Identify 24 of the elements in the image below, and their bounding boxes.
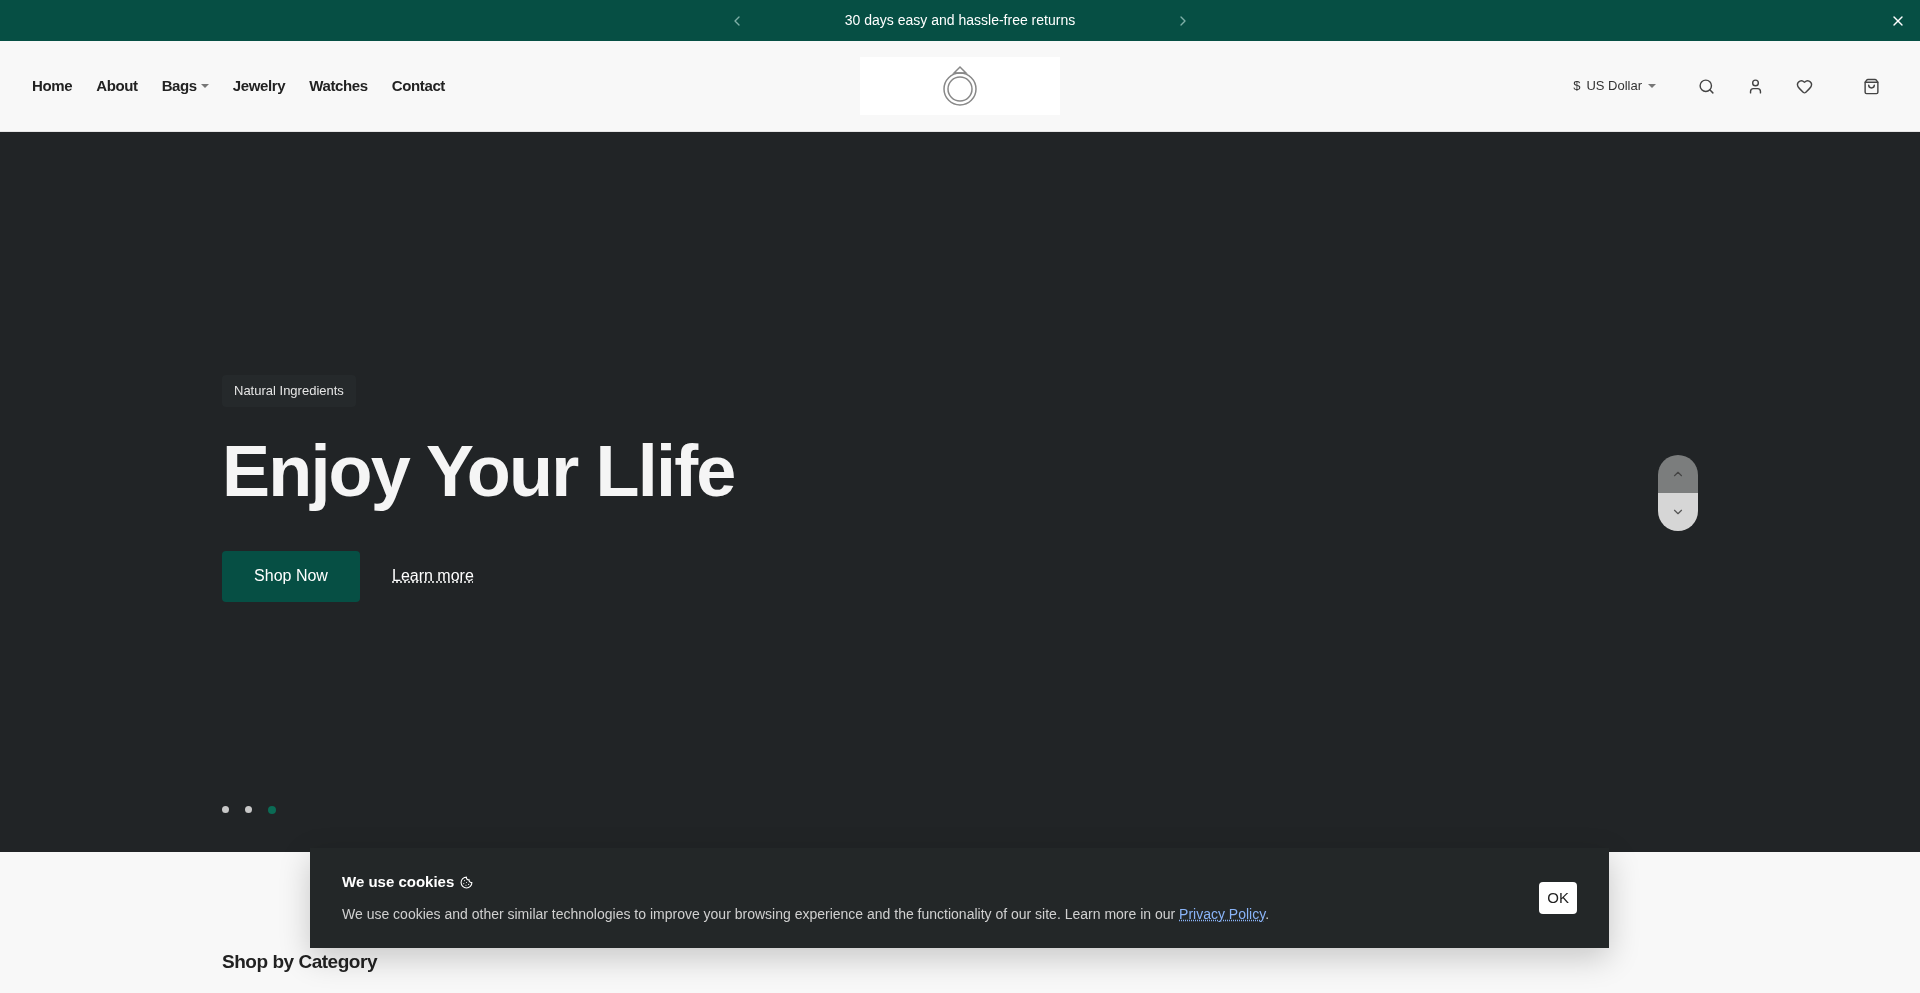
bag-icon[interactable]: [1863, 77, 1880, 95]
section-heading: Shop by Category: [222, 950, 379, 974]
hero-badge: Natural Ingredients: [222, 375, 356, 407]
slide-down-button[interactable]: [1658, 493, 1698, 531]
nav-link[interactable]: Bags: [161, 74, 209, 98]
announcement-text: 30 days easy and hassle-free returns: [844, 11, 1076, 30]
slide-up-button[interactable]: [1658, 455, 1698, 493]
nav-link[interactable]: Home: [32, 74, 73, 98]
currency-selector[interactable]: $ US Dollar: [1573, 76, 1656, 96]
nav-link[interactable]: Jewelry: [232, 74, 286, 98]
nav-link[interactable]: About: [96, 74, 138, 98]
learn-more-link[interactable]: Learn more: [392, 564, 474, 588]
nav-link[interactable]: Watches: [309, 74, 368, 98]
ok-button[interactable]: OK: [1539, 882, 1577, 914]
cookie-text: We use cookies and other similar technologies to improve your browsing experience and the functionality of our site. Learn more in our Privacy Policy.: [342, 904, 1271, 924]
cookie-icon: [460, 876, 474, 889]
caret-icon: [200, 84, 209, 88]
nav-link[interactable]: Contact: [391, 74, 445, 98]
search-icon[interactable]: [1698, 77, 1715, 95]
user-icon[interactable]: [1747, 77, 1764, 95]
cookie-title: We use cookies: [342, 872, 455, 893]
heart-icon[interactable]: [1796, 77, 1813, 95]
ring-icon: [943, 65, 977, 106]
shop-now-button[interactable]: Shop Now: [222, 550, 360, 602]
